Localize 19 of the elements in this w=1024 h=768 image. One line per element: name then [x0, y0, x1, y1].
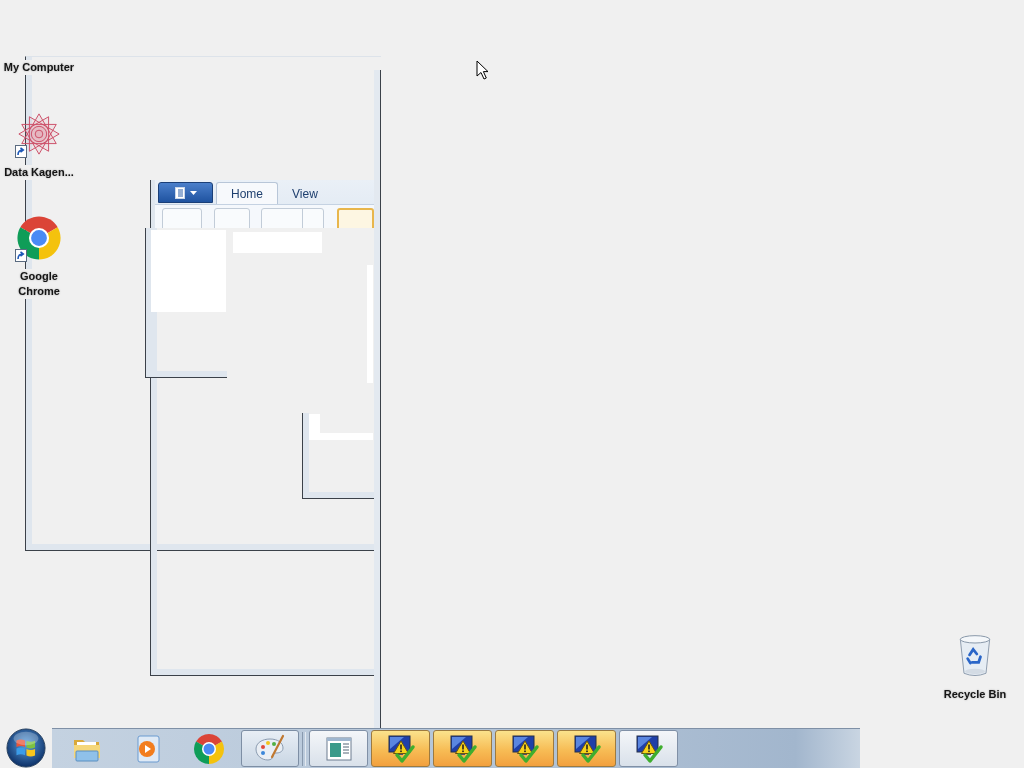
app-menu-button[interactable]	[158, 182, 213, 203]
taskbar-button[interactable]	[495, 730, 554, 767]
ribbon-tab[interactable]: View	[281, 182, 329, 204]
mouse-pointer-icon	[476, 60, 489, 80]
taskbar-button[interactable]	[371, 730, 430, 767]
start-button[interactable]	[6, 728, 46, 768]
ribbon-tab[interactable]: Home	[216, 182, 278, 204]
browser-logo-icon	[193, 732, 225, 765]
desktop-icon-label[interactable]: My Computer	[2, 60, 76, 75]
star-pattern-icon[interactable]	[16, 111, 62, 157]
desktop-icon-label[interactable]: Recycle Bin	[942, 687, 1008, 702]
browser-logo-icon[interactable]	[16, 215, 62, 261]
start-orb-icon	[6, 728, 46, 768]
taskbar-button[interactable]	[619, 730, 678, 767]
list-icon	[174, 186, 185, 199]
taskbar-button[interactable]	[433, 730, 492, 767]
caret-icon	[189, 190, 197, 195]
taskbar-button[interactable]	[557, 730, 616, 767]
desktop-icon-label[interactable]: Data Kagen...	[3, 165, 75, 180]
